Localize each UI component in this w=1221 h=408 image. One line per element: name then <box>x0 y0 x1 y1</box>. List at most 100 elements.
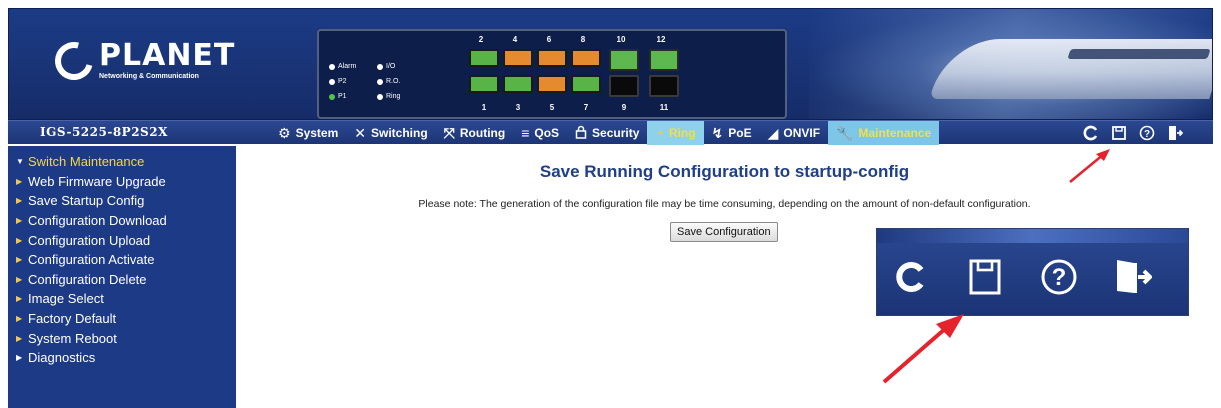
port-3[interactable] <box>503 75 533 93</box>
planet-logo-icon <box>48 34 100 87</box>
top-menu-bar: IGS-5225-8P2S2X ⚙ System ✕ Switching ⤧ R… <box>8 120 1213 145</box>
menu-qos[interactable]: ≡ QoS <box>513 121 567 145</box>
port-number: 5 <box>549 103 555 112</box>
led-p1: P1 <box>329 93 371 100</box>
save-icon[interactable] <box>1110 123 1128 143</box>
port-2[interactable] <box>469 49 499 67</box>
port-number: 3 <box>515 103 521 112</box>
routing-icon: ⤧ <box>443 125 455 141</box>
help-icon[interactable]: ? <box>1138 123 1156 143</box>
menu-routing[interactable]: ⤧ Routing <box>436 121 514 145</box>
sidebar-item-switch-maintenance[interactable]: ▼ Switch Maintenance <box>16 152 236 172</box>
ring-icon: ◔ <box>655 125 664 141</box>
led-ro: R.O. <box>377 78 419 85</box>
switching-icon: ✕ <box>354 125 366 141</box>
menu-ring[interactable]: ◔ Ring <box>647 121 704 145</box>
menu-label: QoS <box>534 126 560 140</box>
sidebar-item-configuration-download[interactable]: ▶ Configuration Download <box>16 211 236 231</box>
sidebar-item-label: Configuration Activate <box>28 252 155 268</box>
caret-right-icon: ▶ <box>16 333 23 343</box>
refresh-icon[interactable] <box>1082 123 1100 143</box>
port-4[interactable] <box>503 49 533 67</box>
menu-maintenance[interactable]: 🔧 Maintenance <box>828 121 940 145</box>
sidebar-item-save-startup-config[interactable]: ▶ Save Startup Config <box>16 191 236 211</box>
port-1[interactable] <box>469 75 499 93</box>
sidebar-item-label: Diagnostics <box>28 350 96 366</box>
status-leds: Alarm I/O P2 R.O. P1 Ring <box>329 59 419 104</box>
menu-security[interactable]: Security <box>567 121 647 145</box>
port-number: 7 <box>583 103 589 112</box>
caret-down-icon: ▼ <box>16 157 24 167</box>
port-number: 6 <box>546 35 552 44</box>
sidebar-item-label: System Reboot <box>28 330 117 346</box>
camera-icon: ◢ <box>767 125 779 141</box>
wrench-icon: 🔧 <box>836 125 854 141</box>
zoomed-toolbar-inset: ? <box>876 228 1189 316</box>
logout-icon[interactable] <box>1111 253 1155 301</box>
toolbar-icons: ? <box>1082 123 1184 143</box>
poe-icon: ↯ <box>711 125 724 141</box>
annotation-arrow-top <box>1069 149 1110 183</box>
caret-right-icon: ▶ <box>16 235 23 245</box>
sidebar-item-configuration-delete[interactable]: ▶ Configuration Delete <box>16 270 236 290</box>
train-window <box>1067 49 1211 59</box>
menu-label: Maintenance <box>858 126 932 140</box>
menu-label: System <box>295 126 339 140</box>
refresh-icon[interactable] <box>889 253 933 301</box>
port-12[interactable] <box>649 49 679 71</box>
port-11[interactable] <box>649 75 679 97</box>
caret-right-icon: ▶ <box>16 294 23 304</box>
main-menu: ⚙ System ✕ Switching ⤧ Routing ≡ QoS Sec… <box>270 121 940 145</box>
menu-switching[interactable]: ✕ Switching <box>346 121 435 145</box>
port-number: 11 <box>659 103 669 112</box>
menu-label: Ring <box>668 126 696 140</box>
menu-system[interactable]: ⚙ System <box>270 121 346 145</box>
caret-right-icon: ▶ <box>16 353 23 363</box>
sidebar-item-image-select[interactable]: ▶ Image Select <box>16 289 236 309</box>
sidebar-item-web-firmware-upgrade[interactable]: ▶ Web Firmware Upgrade <box>16 172 236 192</box>
led-label: P1 <box>338 93 347 100</box>
led-label: P2 <box>338 78 347 85</box>
port-number: 8 <box>580 35 586 44</box>
menu-onvif[interactable]: ◢ ONVIF <box>760 121 828 145</box>
brand-subtitle: Networking & Communication <box>99 73 199 80</box>
port-7[interactable] <box>571 75 601 93</box>
port-10[interactable] <box>609 49 639 71</box>
zoom-strip <box>877 229 1188 243</box>
sidebar-item-label: Configuration Download <box>28 213 167 229</box>
led-dot-icon <box>377 63 383 70</box>
caret-right-icon: ▶ <box>16 196 23 206</box>
gear-icon: ⚙ <box>278 125 291 141</box>
led-label: R.O. <box>386 78 401 85</box>
led-label: Alarm <box>338 63 357 70</box>
save-configuration-button[interactable]: Save Configuration <box>670 222 778 242</box>
config-note: Please note: The generation of the confi… <box>418 198 1031 210</box>
qos-icon: ≡ <box>521 125 530 141</box>
sidebar-item-factory-default[interactable]: ▶ Factory Default <box>16 309 236 329</box>
logout-icon[interactable] <box>1166 123 1184 143</box>
sidebar-item-label: Switch Maintenance <box>28 154 145 170</box>
port-grid: 2 4 6 8 10 12 1 3 5 7 9 11 <box>469 31 769 119</box>
zoom-toolbar-icons: ? <box>889 253 1155 301</box>
led-io: I/O <box>377 63 419 70</box>
menu-poe[interactable]: ↯ PoE <box>704 121 760 145</box>
lock-icon <box>575 125 587 141</box>
planet-logo: PLANET Networking & Communication <box>48 34 235 87</box>
port-6[interactable] <box>537 49 567 67</box>
caret-right-icon: ▶ <box>16 255 23 265</box>
train-image <box>929 39 1212 99</box>
help-icon[interactable]: ? <box>1037 253 1081 301</box>
port-8[interactable] <box>571 49 601 67</box>
port-9[interactable] <box>609 75 639 97</box>
led-alarm: Alarm <box>329 63 371 70</box>
sidebar-item-configuration-activate[interactable]: ▶ Configuration Activate <box>16 250 236 270</box>
led-dot-icon <box>329 78 335 85</box>
save-icon[interactable] <box>963 253 1007 301</box>
sidebar-item-system-reboot[interactable]: ▶ System Reboot <box>16 328 236 348</box>
led-label: Ring <box>386 93 401 100</box>
sidebar-item-configuration-upload[interactable]: ▶ Configuration Upload <box>16 230 236 250</box>
sidebar-item-diagnostics[interactable]: ▶ Diagnostics <box>16 348 236 368</box>
menu-label: Switching <box>371 126 428 140</box>
port-5[interactable] <box>537 75 567 93</box>
sidebar-item-label: Save Startup Config <box>28 193 145 209</box>
